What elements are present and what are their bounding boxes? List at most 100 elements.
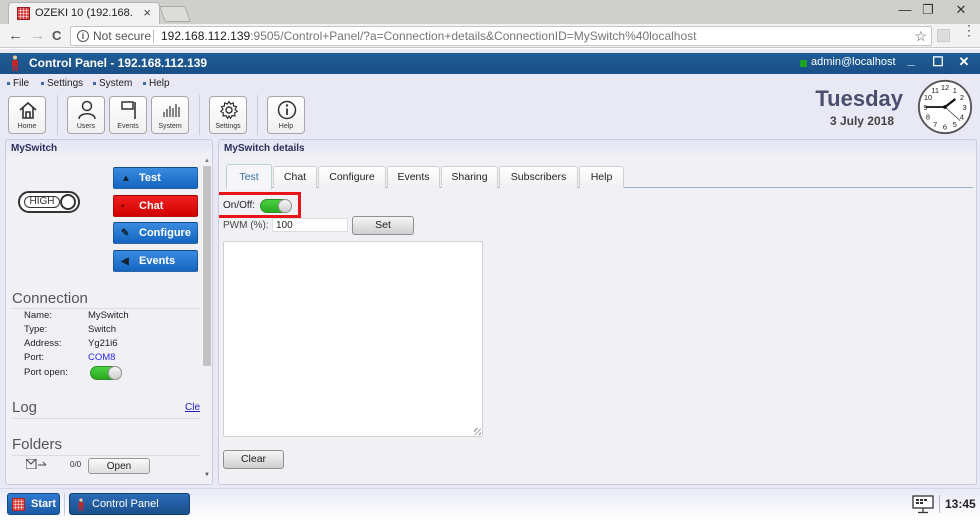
- online-status-icon: [800, 60, 807, 67]
- test-button[interactable]: ▲ Test: [113, 167, 198, 189]
- taskbar-control-panel[interactable]: Control Panel: [69, 493, 190, 515]
- url-host: 192.168.112.139: [161, 29, 251, 43]
- type-value: Switch: [88, 324, 116, 335]
- test-output-textarea[interactable]: [223, 241, 483, 437]
- clock-number: 7: [933, 120, 937, 129]
- log-clear-link[interactable]: Cle: [185, 402, 200, 413]
- ribbon-settings-button[interactable]: Settings: [209, 96, 247, 134]
- browser-tab[interactable]: OZEKI 10 (192.168.112.139) ×: [8, 2, 160, 24]
- tab-test[interactable]: Test: [226, 164, 272, 189]
- ribbon-help-button[interactable]: Help: [267, 96, 305, 134]
- port-key: Port:: [24, 352, 45, 363]
- extension-icon[interactable]: [937, 29, 950, 42]
- current-user[interactable]: admin@localhost: [811, 56, 896, 68]
- window-restore-button[interactable]: ❐: [918, 2, 938, 18]
- scroll-down-icon[interactable]: ▼: [204, 472, 210, 478]
- not-secure-label: Not secure: [93, 29, 152, 43]
- back-button[interactable]: ←: [8, 27, 23, 44]
- message-folder-icon: [26, 459, 47, 469]
- tab-chat[interactable]: Chat: [273, 166, 317, 188]
- megaphone-icon: ◀: [121, 256, 129, 267]
- events-button-label: Events: [139, 255, 176, 267]
- panel-header: MySwitch details: [219, 140, 976, 156]
- url-path: :9505/Control+Panel/?a=Connection+detail…: [250, 29, 697, 43]
- open-folder-button[interactable]: Open: [88, 458, 150, 474]
- window-minimize-button[interactable]: —: [895, 2, 915, 17]
- port-open-toggle[interactable]: [90, 366, 122, 380]
- app-minimize-button[interactable]: _: [903, 52, 919, 67]
- details-panel-title: MySwitch details: [224, 143, 305, 154]
- tab-events[interactable]: Events: [387, 166, 440, 188]
- browser-tab-strip: OZEKI 10 (192.168.112.139) × — ❐ ✕: [0, 0, 980, 24]
- ribbon-label: Settings: [215, 123, 241, 130]
- set-button[interactable]: Set: [352, 216, 414, 235]
- app-titlebar: Control Panel - 192.168.112.139 admin@lo…: [0, 52, 980, 74]
- ozeki-logo-icon: [78, 498, 84, 511]
- new-tab-button[interactable]: [159, 6, 191, 22]
- clock-number: 12: [941, 83, 949, 92]
- events-button[interactable]: ◀ Events: [113, 250, 198, 272]
- tab-help[interactable]: Help: [579, 166, 624, 188]
- menu-file[interactable]: File: [7, 78, 29, 89]
- resize-grip-icon[interactable]: [474, 428, 481, 435]
- bookmark-star-icon[interactable]: ☆: [914, 27, 927, 45]
- current-date: 3 July 2018: [829, 114, 894, 128]
- switch-state-knob: [60, 194, 76, 210]
- ribbon-label: Home: [17, 123, 37, 130]
- clock-number: 4: [960, 113, 964, 122]
- ribbon-home-button[interactable]: Home: [8, 96, 46, 134]
- log-heading: Log: [12, 399, 38, 416]
- pwm-input[interactable]: [272, 218, 348, 232]
- address-separator: [153, 30, 154, 43]
- ribbon-system-button[interactable]: System: [151, 96, 189, 134]
- menu-settings[interactable]: Settings: [41, 78, 83, 89]
- start-button[interactable]: Start: [7, 493, 60, 515]
- menu-help[interactable]: Help: [143, 78, 170, 89]
- monitor-icon[interactable]: [912, 495, 934, 514]
- taskbar-clock: 13:45: [945, 497, 976, 511]
- ribbon-label: System: [158, 123, 182, 130]
- test-tool-icon: ▲: [121, 173, 131, 184]
- bars-icon: [163, 104, 180, 117]
- clock-number: 2: [960, 93, 964, 102]
- port-link[interactable]: COM8: [88, 352, 115, 363]
- menu-system[interactable]: System: [93, 78, 132, 89]
- browser-menu-icon[interactable]: ⋮: [962, 23, 976, 37]
- details-tabs: Test Chat Configure Events Sharing Subsc…: [226, 164, 973, 189]
- ribbon-events-button[interactable]: Events: [109, 96, 147, 134]
- test-button-label: Test: [139, 172, 161, 184]
- tab-subscribers[interactable]: Subscribers: [499, 166, 578, 188]
- info-icon: [277, 100, 297, 120]
- address-bar[interactable]: i Not secure 192.168.112.139:9505/Contro…: [70, 26, 932, 46]
- tab-close-icon[interactable]: ×: [143, 5, 151, 20]
- window-close-button[interactable]: ✕: [951, 2, 971, 18]
- tab-configure[interactable]: Configure: [318, 166, 386, 188]
- left-panel-scrollbar[interactable]: ▲ ▼: [202, 158, 212, 484]
- taskbar-item-label: Control Panel: [92, 498, 159, 510]
- scrollbar-thumb[interactable]: [203, 166, 211, 366]
- ozeki-logo-icon: [12, 55, 18, 71]
- scroll-up-icon[interactable]: ▲: [204, 158, 210, 164]
- ozeki-favicon-icon: [17, 7, 30, 20]
- ozeki-app: Control Panel - 192.168.112.139 admin@lo…: [0, 49, 980, 520]
- switch-state-label: HIGH: [24, 196, 60, 208]
- app-maximize-button[interactable]: ☐: [930, 54, 946, 70]
- panel-header: MySwitch: [6, 140, 212, 156]
- forward-button[interactable]: →: [30, 27, 45, 44]
- analog-clock: 1234567891011 12: [917, 79, 973, 135]
- app-close-button[interactable]: ✕: [956, 54, 972, 70]
- connection-heading: Connection: [12, 290, 88, 307]
- reload-button[interactable]: C: [52, 28, 61, 43]
- clock-number: 1: [953, 86, 957, 95]
- clock-number: 8: [926, 113, 930, 122]
- info-icon[interactable]: i: [77, 30, 89, 42]
- chat-button[interactable]: ▪ Chat: [113, 195, 198, 217]
- switch-panel-title: MySwitch: [11, 143, 58, 154]
- configure-button[interactable]: ✎ Configure: [113, 222, 198, 244]
- clear-button[interactable]: Clear: [223, 450, 284, 469]
- switch-state-toggle[interactable]: HIGH: [18, 191, 80, 213]
- ribbon-users-button[interactable]: Users: [67, 96, 105, 134]
- folders-heading: Folders: [12, 436, 63, 453]
- day-of-week: Tuesday: [815, 86, 903, 111]
- tab-sharing[interactable]: Sharing: [441, 166, 498, 188]
